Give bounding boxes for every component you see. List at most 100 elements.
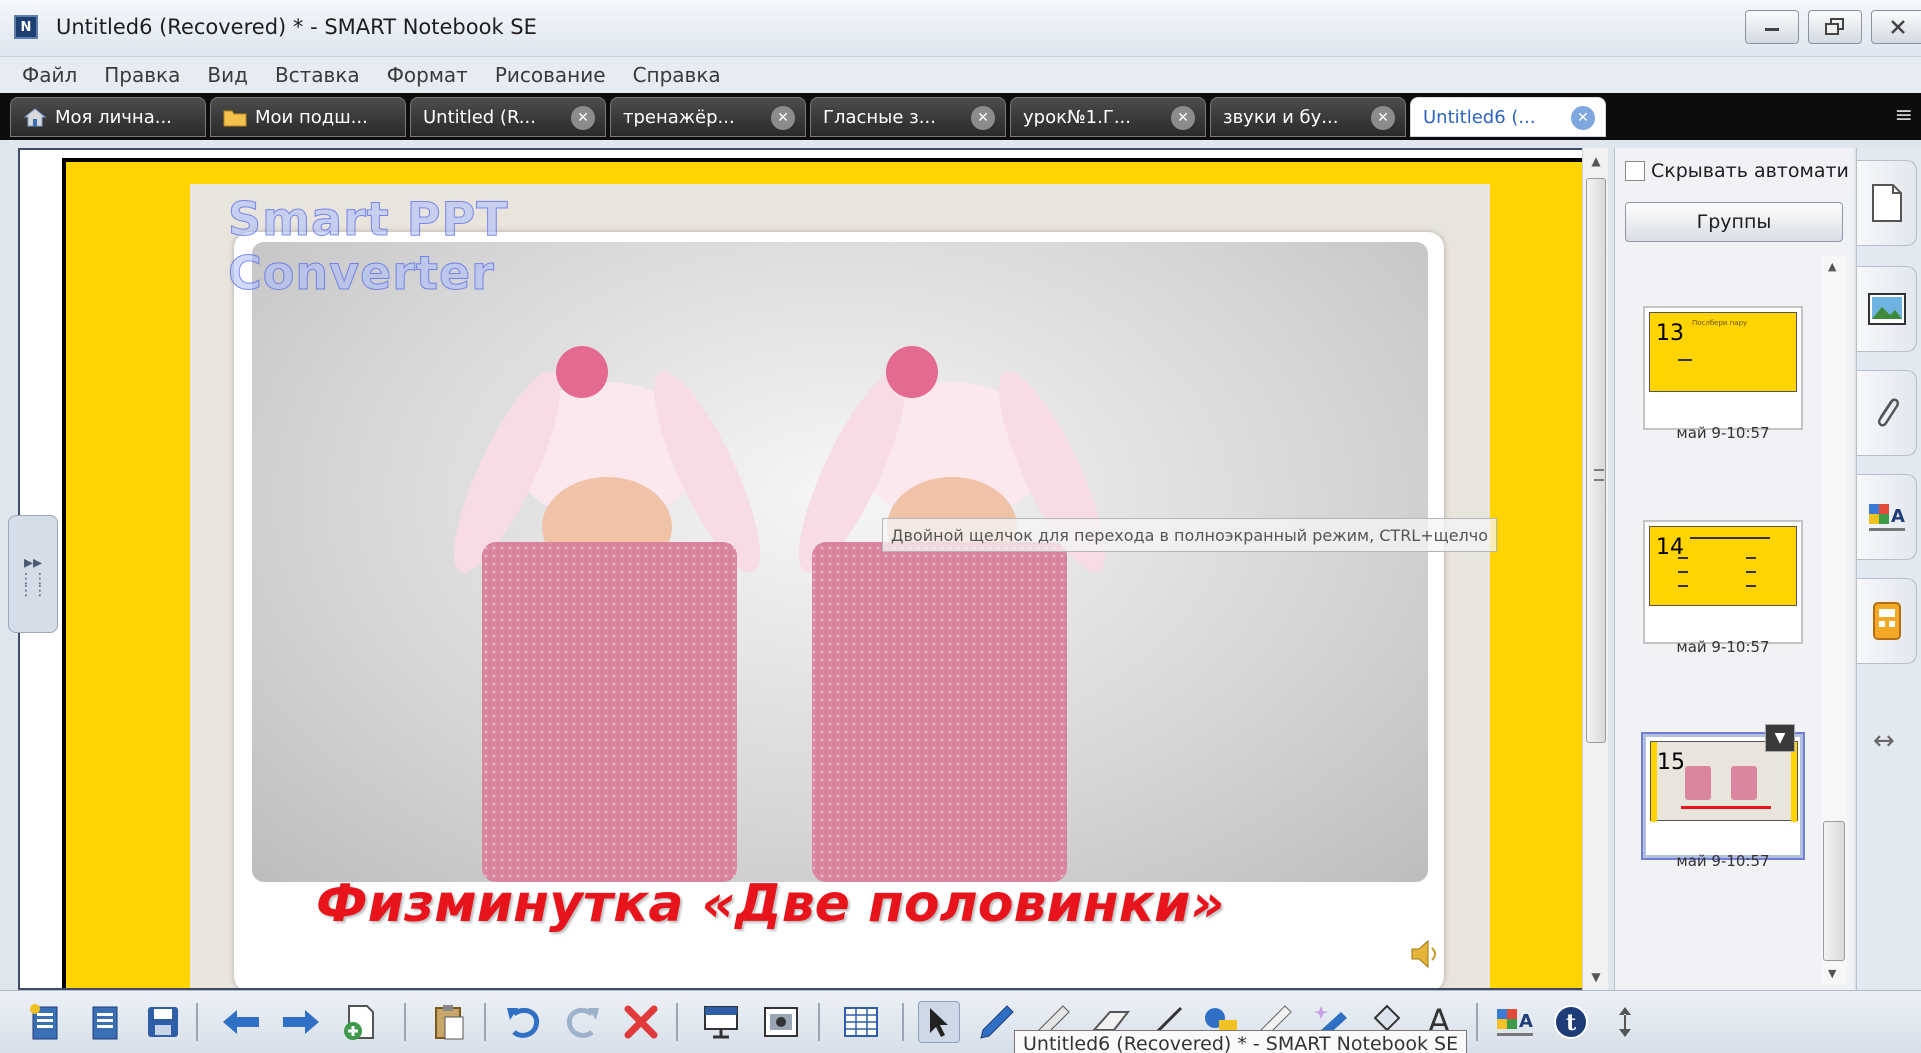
thumbnail-preview: 13 Послбери пару	[1649, 312, 1797, 392]
tab-list-menu-icon[interactable]: ≡	[1895, 103, 1913, 128]
taskbar-tooltip: Untitled6 (Recovered) * - SMART Notebook…	[1014, 1030, 1468, 1053]
menu-insert[interactable]: Вставка	[275, 63, 360, 87]
gallery-tab[interactable]	[1857, 266, 1917, 352]
speaker-icon[interactable]	[1406, 936, 1442, 972]
menu-view[interactable]: Вид	[207, 63, 248, 87]
tab-urok1[interactable]: урок№1.Г... ✕	[1010, 97, 1206, 137]
undo-icon	[507, 1008, 540, 1038]
tab-label: Untitled (R...	[423, 106, 536, 128]
tab-label: звуки и бу...	[1223, 106, 1339, 128]
toolbar-separator	[484, 1003, 486, 1041]
scroll-down-arrow-icon[interactable]: ▼	[1828, 967, 1836, 980]
tab-label: Гласные з...	[823, 106, 936, 128]
tab-zvuki[interactable]: звуки и бу... ✕	[1210, 97, 1406, 137]
thumbnail-menu-dropdown-icon[interactable]: ▼	[1765, 724, 1795, 752]
restore-button[interactable]	[1808, 10, 1862, 44]
paste-button[interactable]	[428, 1001, 470, 1043]
left-sidebar-expand-handle[interactable]: ▸▸ ⋮⋮ ⋮⋮	[8, 515, 58, 633]
menu-edit[interactable]: Правка	[104, 63, 180, 87]
tab-untitled-r[interactable]: Untitled (R... ✕	[410, 97, 606, 137]
slide-photo-twins-in-baskets[interactable]	[252, 242, 1428, 882]
scrollbar-thumb[interactable]	[1586, 178, 1606, 743]
close-tab-icon[interactable]: ✕	[1371, 106, 1395, 130]
minimize-button[interactable]	[1745, 10, 1799, 44]
move-sidebar-arrows-icon[interactable]: ↔	[1873, 726, 1895, 756]
svg-text:A: A	[1891, 506, 1905, 527]
page-sorter-scrollbar[interactable]: ▲ ▼	[1821, 256, 1847, 984]
groups-button[interactable]: Группы	[1625, 202, 1843, 242]
tab-my-content[interactable]: Моя лична...	[10, 97, 206, 137]
close-tab-icon[interactable]: ✕	[1171, 106, 1195, 130]
undo-button[interactable]	[502, 1001, 544, 1043]
close-window-button[interactable]	[1871, 10, 1921, 44]
close-tab-icon[interactable]: ✕	[971, 106, 995, 130]
add-page-icon	[344, 1005, 374, 1040]
grip-dots-icon: ⋮⋮ ⋮⋮	[19, 570, 47, 599]
close-tab-icon[interactable]: ✕	[571, 106, 595, 130]
scrollbar-thumb[interactable]	[1823, 821, 1845, 961]
new-page-button[interactable]	[24, 1001, 66, 1043]
pen-tool-button[interactable]	[976, 1001, 1018, 1043]
menu-help[interactable]: Справка	[633, 63, 721, 87]
toolbar-separator	[818, 1003, 820, 1041]
title-bar: N Untitled6 (Recovered) * - SMART Notebo…	[0, 0, 1921, 57]
watermark-line-1: Smart PPT	[228, 192, 509, 247]
tab-label: Мои подш...	[255, 106, 368, 128]
bottom-toolbar: A A t	[0, 990, 1921, 1053]
toolbar-separator	[1476, 1003, 1478, 1041]
select-tool-button[interactable]	[918, 1001, 960, 1043]
save-button[interactable]	[142, 1001, 184, 1043]
insert-table-button[interactable]	[840, 1001, 882, 1043]
presentation-screen-icon	[704, 1006, 738, 1039]
close-tab-icon[interactable]: ✕	[771, 106, 795, 130]
minimize-icon	[1765, 28, 1779, 31]
show-hide-screen-shade-button[interactable]	[700, 1001, 742, 1043]
tab-trenazher[interactable]: тренажёр... ✕	[610, 97, 806, 137]
add-page-button[interactable]	[338, 1001, 380, 1043]
close-tab-icon[interactable]: ✕	[1571, 106, 1595, 130]
properties-button[interactable]: A	[1494, 1001, 1536, 1043]
page-thumbnail-14[interactable]: 14	[1643, 520, 1803, 644]
open-file-button[interactable]	[84, 1001, 126, 1043]
notebook-work-area[interactable]: Smart PPT Converter Физминутка «Две поло…	[18, 148, 1608, 990]
tab-glasnye[interactable]: Гласные з... ✕	[810, 97, 1006, 137]
save-icon	[148, 1007, 178, 1037]
smart-notebook-app-icon[interactable]: N	[14, 15, 38, 39]
page-date: май 9-10:57	[1676, 638, 1770, 656]
work-area-scrollbar[interactable]: ▲ ▼	[1582, 148, 1608, 990]
tab-label: тренажёр...	[623, 106, 735, 128]
redo-icon	[566, 1008, 599, 1038]
page-sorter-tab[interactable]	[1857, 160, 1917, 246]
tab-label: Моя лична...	[55, 106, 172, 128]
previous-page-button[interactable]	[220, 1001, 262, 1043]
scroll-down-arrow-icon[interactable]: ▼	[1583, 966, 1609, 988]
arrow-right-icon	[283, 1010, 319, 1034]
scroll-up-arrow-icon[interactable]: ▲	[1583, 150, 1609, 172]
properties-tab[interactable]: A	[1857, 474, 1917, 560]
move-toolbar-button[interactable]	[1604, 1001, 1646, 1043]
autohide-checkbox-row[interactable]: Скрывать автомати	[1625, 160, 1849, 182]
page-thumbnail-13[interactable]: 13 Послбери пару	[1643, 306, 1803, 430]
attachments-tab[interactable]	[1857, 370, 1917, 456]
addons-tab[interactable]	[1857, 578, 1917, 664]
scroll-up-arrow-icon[interactable]: ▲	[1828, 260, 1836, 273]
menu-bar: Файл Правка Вид Вставка Формат Рисование…	[0, 57, 1921, 93]
menu-file[interactable]: Файл	[22, 63, 77, 87]
watermark-line-2: Converter	[228, 246, 495, 301]
tab-my-subscriptions[interactable]: Мои подш...	[210, 97, 406, 137]
delete-button[interactable]	[620, 1001, 662, 1043]
menu-draw[interactable]: Рисование	[495, 63, 606, 87]
table-icon	[844, 1007, 878, 1037]
smart-tools-button[interactable]: t	[1550, 1001, 1592, 1043]
page-thumbnail-15-selected[interactable]: 15	[1641, 732, 1805, 860]
notebook-page[interactable]: Smart PPT Converter Физминутка «Две поло…	[62, 158, 1582, 988]
screen-capture-button[interactable]	[760, 1001, 802, 1043]
toolbar-separator	[676, 1003, 678, 1041]
menu-format[interactable]: Формат	[387, 63, 468, 87]
svg-text:A: A	[1519, 1011, 1533, 1032]
redo-button[interactable]	[562, 1001, 604, 1043]
autohide-checkbox[interactable]	[1625, 161, 1645, 181]
tab-untitled6-active[interactable]: Untitled6 (... ✕	[1410, 97, 1606, 137]
next-page-button[interactable]	[280, 1001, 322, 1043]
double-chevron-right-icon: ▸▸	[23, 551, 43, 573]
